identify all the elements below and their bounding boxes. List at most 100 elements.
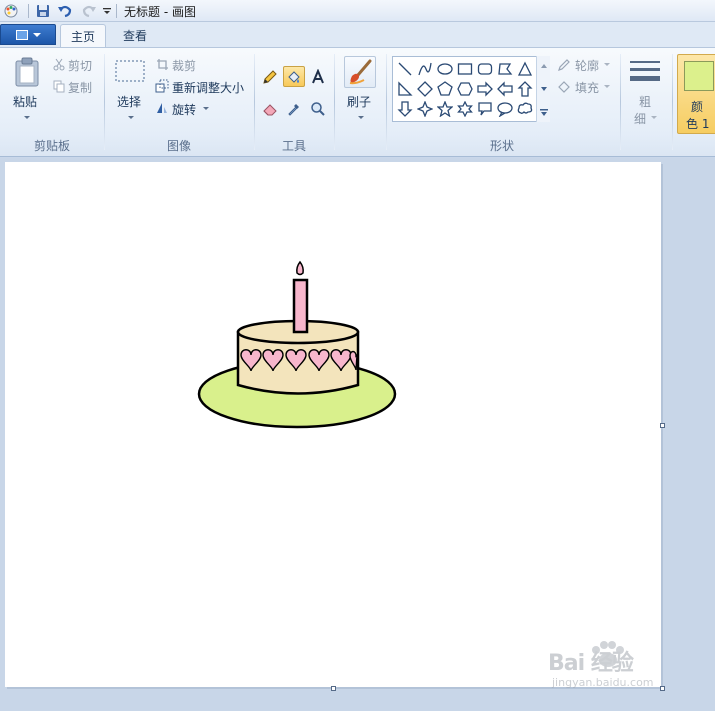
eraser-icon	[263, 103, 277, 115]
five-point-star-shape-icon[interactable]	[435, 99, 455, 119]
text-tool[interactable]	[307, 66, 329, 87]
paste-label[interactable]: 粘贴	[13, 93, 37, 110]
magnifier-tool[interactable]	[307, 98, 329, 119]
rounded-callout-shape-icon[interactable]	[475, 99, 495, 119]
candle	[292, 278, 309, 334]
pencil-tool[interactable]	[259, 66, 281, 87]
redo-icon	[82, 5, 96, 18]
resize-icon	[155, 79, 169, 93]
divider	[116, 4, 117, 18]
outline-pencil-icon	[556, 57, 572, 73]
watermark-sub: jingyan.baidu.com	[552, 676, 654, 689]
copy-icon	[52, 79, 66, 93]
rectangle-shape-icon[interactable]	[455, 59, 475, 79]
chevron-down-icon[interactable]	[651, 116, 657, 119]
ribbon: 粘贴 剪切 复制 剪贴板 选择 裁剪 重新调整大小 旋转 图像 工具 刷子 轮廓…	[0, 47, 715, 157]
right-triangle-shape-icon[interactable]	[395, 79, 415, 99]
watermark: Bai 经验 jingyan.baidu.com	[548, 640, 713, 695]
brushes-label[interactable]: 刷子	[347, 93, 371, 110]
drawing-canvas[interactable]	[5, 162, 661, 687]
outline-button[interactable]: 轮廓	[575, 57, 599, 74]
pentagon-shape-icon[interactable]	[435, 79, 455, 99]
triangle-shape-icon[interactable]	[515, 59, 535, 79]
line-shape-icon[interactable]	[395, 59, 415, 79]
candle-flame	[296, 260, 304, 276]
chevron-down-icon[interactable]	[604, 85, 610, 88]
rotate-icon	[155, 101, 169, 115]
chevron-down-icon[interactable]	[128, 116, 134, 119]
left-arrow-shape-icon[interactable]	[495, 79, 515, 99]
down-arrow-shape-icon[interactable]	[395, 99, 415, 119]
undo-button[interactable]	[56, 2, 74, 20]
hexagon-shape-icon[interactable]	[455, 79, 475, 99]
polygon-shape-icon[interactable]	[495, 59, 515, 79]
group-label-shapes: 形状	[489, 139, 514, 153]
six-point-star-shape-icon[interactable]	[455, 99, 475, 119]
cake-drawing	[197, 260, 397, 429]
redo-button[interactable]	[80, 2, 98, 20]
brushes-button[interactable]	[344, 56, 376, 88]
color1-swatch	[684, 61, 714, 91]
save-icon	[37, 5, 49, 17]
quick-access-menu-button[interactable]	[98, 2, 116, 20]
group-label-tools: 工具	[281, 139, 306, 153]
chevron-down-icon[interactable]	[203, 107, 209, 110]
curve-shape-icon[interactable]	[415, 59, 435, 79]
diamond-shape-icon[interactable]	[415, 79, 435, 99]
cloud-callout-shape-icon[interactable]	[515, 99, 535, 119]
divider	[334, 54, 335, 150]
copy-button[interactable]: 复制	[68, 79, 92, 96]
size-label-line1[interactable]: 粗	[639, 93, 651, 110]
watermark-main: Bai 经验	[548, 651, 634, 676]
cut-button[interactable]: 剪切	[68, 57, 92, 74]
color-picker-tool[interactable]	[283, 98, 305, 119]
rotate-button[interactable]: 旋转	[172, 101, 196, 118]
tab-home[interactable]: 主页	[60, 24, 106, 47]
crop-button[interactable]: 裁剪	[172, 57, 196, 74]
chevron-down-icon[interactable]	[358, 116, 364, 119]
fill-button[interactable]: 填充	[575, 79, 599, 96]
group-label-clipboard: 剪贴板	[33, 139, 70, 153]
fill-bucket-icon	[556, 79, 572, 95]
oval-shape-icon[interactable]	[435, 59, 455, 79]
chevron-down-icon	[103, 8, 111, 14]
group-label-image: 图像	[166, 139, 191, 153]
chevron-down-icon[interactable]	[604, 63, 610, 66]
resize-handle-right[interactable]	[660, 423, 665, 428]
divider	[28, 4, 29, 18]
brush-icon	[349, 59, 372, 85]
size-label-line2[interactable]: 细	[634, 110, 646, 127]
title-bar: 无标题 - 画图	[0, 0, 715, 22]
fill-tool[interactable]	[283, 66, 305, 87]
divider	[386, 54, 387, 150]
scissors-icon	[52, 57, 66, 71]
right-arrow-shape-icon[interactable]	[475, 79, 495, 99]
eyedropper-icon	[288, 103, 299, 116]
save-button[interactable]	[34, 2, 52, 20]
shapes-scrollbar[interactable]	[536, 56, 550, 122]
shapes-gallery	[392, 56, 550, 122]
oval-callout-shape-icon[interactable]	[495, 99, 515, 119]
ribbon-tab-bar: 主页 查看	[0, 22, 715, 47]
file-menu-button[interactable]	[0, 24, 56, 45]
paste-button[interactable]	[12, 56, 42, 88]
four-point-star-shape-icon[interactable]	[415, 99, 435, 119]
divider	[620, 54, 621, 150]
window-title: 无标题 - 画图	[124, 5, 196, 19]
tab-view[interactable]: 查看	[112, 24, 158, 47]
chevron-down-icon[interactable]	[24, 116, 30, 119]
crop-icon	[155, 57, 169, 71]
eraser-tool[interactable]	[259, 98, 281, 119]
line-width-icon[interactable]	[627, 57, 663, 87]
magnifier-icon	[311, 101, 325, 116]
paint-bucket-icon	[288, 70, 300, 83]
resize-button[interactable]: 重新调整大小	[172, 79, 244, 96]
resize-handle-bottom[interactable]	[331, 686, 336, 691]
rounded-rectangle-shape-icon[interactable]	[475, 59, 495, 79]
select-label[interactable]: 选择	[117, 93, 141, 110]
up-arrow-shape-icon[interactable]	[515, 79, 535, 99]
paint-app-icon[interactable]	[2, 2, 20, 20]
color1-button[interactable]: 颜 色 1	[677, 54, 715, 134]
select-button[interactable]	[114, 58, 146, 84]
text-a-icon	[312, 68, 324, 83]
